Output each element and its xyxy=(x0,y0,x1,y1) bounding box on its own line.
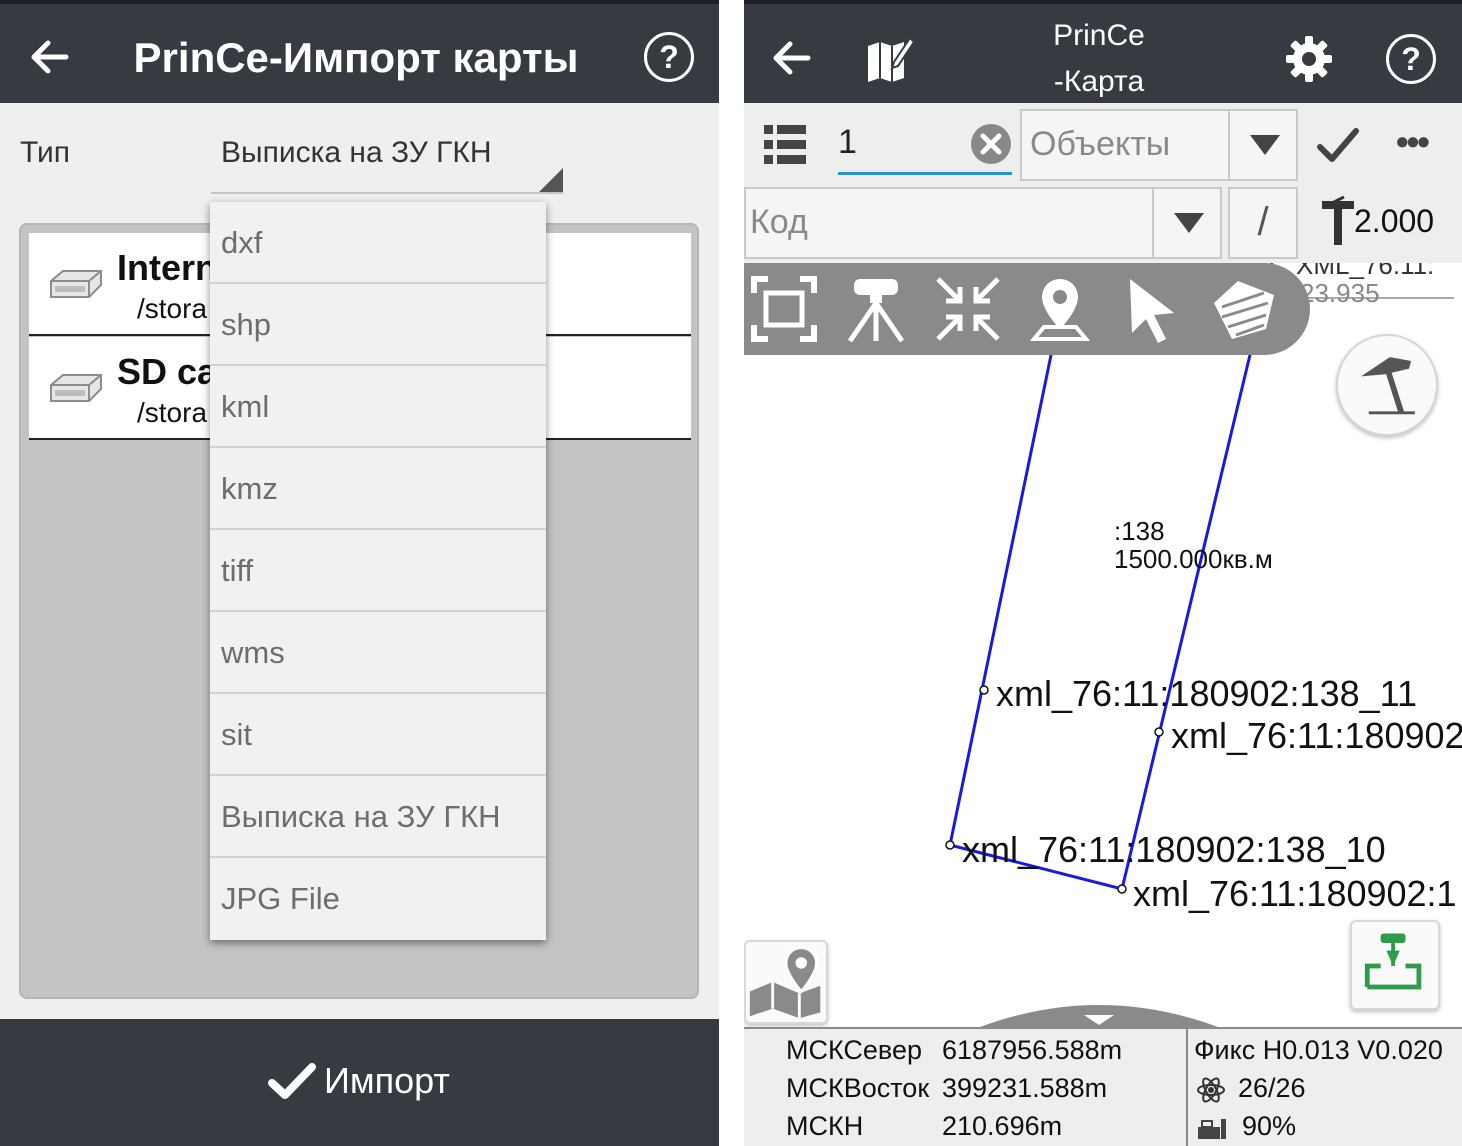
page-title-line1: PrinCe xyxy=(1053,19,1145,52)
point-label: xml_76:11:180902:138_10 xyxy=(962,829,1386,870)
dropdown-option-tiff[interactable]: tiff xyxy=(210,530,546,612)
parcel-id-label: :138 xyxy=(1114,516,1165,546)
hard-drive-icon xyxy=(50,270,102,298)
import-button[interactable]: Импорт xyxy=(0,1019,719,1146)
east-value: 399231.588m xyxy=(942,1073,1108,1103)
page-title: PrinCe-Импорт карты xyxy=(133,34,579,81)
east-label: МСКВосток xyxy=(786,1073,930,1103)
survey-pole-icon[interactable] xyxy=(1320,195,1356,249)
import-label: Импорт xyxy=(324,1060,450,1101)
status-bar: МСКСевер 6187956.588m МСКВосток 399231.5… xyxy=(744,1027,1462,1146)
storage-name: SD ca xyxy=(117,351,218,392)
select-corner-caret-icon xyxy=(539,168,563,192)
north-value: 6187956.588m xyxy=(942,1035,1123,1065)
north-label: МСКСевер xyxy=(786,1035,923,1065)
caret-down-icon xyxy=(1174,213,1204,233)
map-tool-strip xyxy=(744,263,1310,355)
back-arrow-icon[interactable] xyxy=(768,34,816,82)
bottom-bar: Импорт xyxy=(0,1019,719,1146)
code-placeholder: Код xyxy=(750,203,808,241)
gear-icon[interactable] xyxy=(1284,34,1334,84)
checkmark-icon xyxy=(268,1063,316,1099)
status-divider xyxy=(1186,1029,1188,1146)
dropdown-option-wms[interactable]: wms xyxy=(210,612,546,694)
header-bar: PrinCe-Импорт карты ? xyxy=(0,0,719,103)
parcel-area-label: 1500.000кв.м xyxy=(1114,544,1273,574)
point-label: xml_76:11:180902:138_11 xyxy=(996,673,1418,714)
measure-pole-button[interactable] xyxy=(1336,334,1438,436)
satellite-icon xyxy=(1197,1077,1225,1103)
receiver-battery-icon xyxy=(1198,1119,1226,1139)
zoom-extent-icon[interactable] xyxy=(748,273,820,345)
list-icon[interactable] xyxy=(764,125,806,165)
dropdown-option-gkn-extract[interactable]: Выписка на ЗУ ГКН xyxy=(210,776,546,858)
location-pin-icon[interactable] xyxy=(1024,273,1096,345)
battery-level: 90% xyxy=(1242,1111,1297,1141)
dropdown-option-dxf[interactable]: dxf xyxy=(210,202,546,284)
storage-path: /stora xyxy=(137,397,208,428)
dropdown-option-sit[interactable]: sit xyxy=(210,694,546,776)
caret-down-icon xyxy=(1250,135,1280,155)
partial-distance-label: 23.935 xyxy=(1300,278,1380,308)
map-edit-icon[interactable] xyxy=(864,32,916,84)
import-map-screen: PrinCe-Импорт карты ? Тип Выписка на ЗУ … xyxy=(0,0,719,1146)
hard-drive-icon xyxy=(50,374,102,402)
help-icon[interactable]: ? xyxy=(644,32,694,82)
map-layers-button[interactable] xyxy=(744,940,828,1024)
code-dropdown-button[interactable] xyxy=(1152,189,1222,257)
checkmark-icon[interactable] xyxy=(1316,125,1360,165)
stakeout-icon xyxy=(1364,933,1422,990)
type-dropdown-menu: dxf shp kml kmz tiff wms sit Выписка на … xyxy=(210,202,546,940)
dropdown-option-kmz[interactable]: kmz xyxy=(210,448,546,530)
stakeout-button[interactable] xyxy=(1350,920,1440,1010)
layers-hatch-icon[interactable] xyxy=(1208,273,1280,345)
dropdown-option-kml[interactable]: kml xyxy=(210,366,546,448)
code-toolbar: Код / 2.000 xyxy=(744,183,1462,263)
slash-button[interactable]: / xyxy=(1228,187,1298,259)
point-label: xml_76:11:180902 xyxy=(1171,715,1462,756)
total-station-icon[interactable] xyxy=(840,273,912,345)
partial-point-label: XML_76:11: xyxy=(1296,263,1435,280)
survey-pole-icon xyxy=(1361,357,1415,415)
help-icon[interactable]: ? xyxy=(1386,34,1436,84)
header-bar: PrinCe -Карта ? xyxy=(744,0,1462,103)
more-icon[interactable]: ••• xyxy=(1396,124,1440,161)
point-number-value: 1 xyxy=(838,123,857,161)
objects-select[interactable]: Объекты xyxy=(1020,109,1298,181)
back-arrow-icon[interactable] xyxy=(26,32,76,82)
satellite-count: 26/26 xyxy=(1238,1073,1306,1103)
map-screen: PrinCe -Карта ? 1 Объекты ••• Код / 2.00… xyxy=(744,0,1462,1146)
type-select[interactable]: Выписка на ЗУ ГКН xyxy=(211,130,563,194)
select-pointer-icon[interactable] xyxy=(1116,273,1188,345)
objects-dropdown-button[interactable] xyxy=(1228,111,1298,179)
pole-height-value: 2.000 xyxy=(1354,203,1435,239)
code-input[interactable]: Код xyxy=(744,187,1222,259)
object-toolbar: 1 Объекты ••• xyxy=(744,103,1462,183)
map-pin-layers-icon xyxy=(749,946,821,1019)
dropdown-option-shp[interactable]: shp xyxy=(210,284,546,366)
height-value: 210.696m xyxy=(942,1111,1063,1141)
page-title-line2: -Карта xyxy=(1053,65,1145,98)
storage-path: /stora xyxy=(137,293,208,324)
type-label: Тип xyxy=(20,136,71,169)
clear-icon[interactable] xyxy=(970,123,1012,165)
objects-label: Объекты xyxy=(1030,125,1171,163)
dropdown-option-jpg[interactable]: JPG File xyxy=(210,858,546,940)
fix-status: Фикс H0.013 V0.020 xyxy=(1194,1035,1443,1065)
type-selected-value: Выписка на ЗУ ГКН xyxy=(221,136,492,169)
point-label: xml_76:11:180902:1 xyxy=(1133,873,1457,914)
height-label: МСКН xyxy=(786,1111,864,1141)
zoom-in-arrows-icon[interactable] xyxy=(932,273,1004,345)
storage-name: Intern xyxy=(117,247,218,288)
